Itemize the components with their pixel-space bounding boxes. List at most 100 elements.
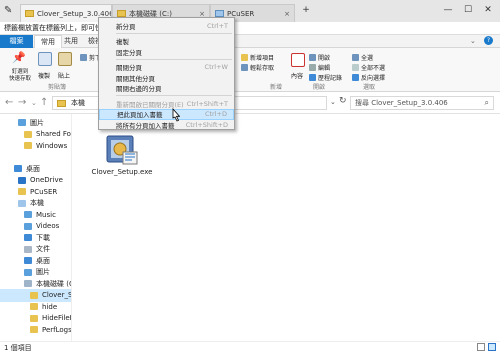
- folder-icon: [24, 245, 32, 253]
- invert-selection-button[interactable]: 反向選擇: [352, 73, 385, 82]
- minimize-button[interactable]: —: [440, 3, 456, 17]
- menu-item-shortcut: Ctrl+D: [204, 110, 227, 118]
- new-group-label: 新增: [270, 84, 283, 91]
- nav-item-label: 下載: [36, 233, 50, 242]
- nav-item-label: 桌面: [36, 256, 50, 265]
- folder-icon: [24, 142, 32, 149]
- menu-item-label: 把此頁加入書籤: [117, 111, 163, 119]
- menu-item[interactable]: 將所有分頁加入書籤 Ctrl+Shift+D: [99, 119, 234, 130]
- nav-item-label: Clover_Setup: [42, 291, 72, 299]
- menu-item[interactable]: 關閉右邊的分頁: [99, 83, 234, 94]
- open-button[interactable]: 開啟: [309, 53, 330, 62]
- back-arrow-icon[interactable]: ←: [5, 97, 13, 108]
- paste-button[interactable]: [58, 52, 72, 66]
- nav-item-label: Music: [36, 210, 56, 219]
- menu-separator: [116, 58, 232, 60]
- menu-item-label: 將所有分頁加入書籤: [116, 121, 175, 130]
- maximize-button[interactable]: ☐: [460, 3, 476, 17]
- menu-item-label: 固定分頁: [116, 48, 142, 57]
- nav-item[interactable]: PerfLogs: [0, 323, 71, 336]
- info-notice: 標籤欄放置在標籤列上，即可快速存取: [0, 22, 500, 35]
- open-label: 開啟: [318, 55, 331, 62]
- folder-icon: [30, 314, 38, 322]
- menu-item-label: 關閉分頁: [116, 64, 142, 72]
- history-icon: [309, 74, 316, 81]
- search-input[interactable]: 搜尋 Clover_Setup_3.0.406 ⌕: [350, 96, 494, 110]
- large-icons-view-icon[interactable]: [488, 343, 496, 351]
- select-group-label: 選取: [363, 84, 376, 91]
- refresh-icon[interactable]: ↻: [339, 96, 347, 106]
- history-label: 歷程記錄: [318, 75, 343, 82]
- new-item-button[interactable]: 新增項目: [241, 53, 274, 62]
- search-icon[interactable]: ⌕: [485, 97, 489, 109]
- select-none-button[interactable]: 全部不選: [352, 63, 385, 72]
- copy-button[interactable]: [38, 52, 52, 66]
- folder-icon: [18, 176, 26, 184]
- up-arrow-icon[interactable]: ↑: [40, 97, 48, 108]
- navigation-pane: 圖片 Shared Folder Windows 桌面 OneDrive PCuSER 本機…: [0, 114, 72, 341]
- ribbon-expand-icon[interactable]: ⌄: [470, 37, 476, 45]
- close-window-button[interactable]: ✕: [480, 3, 496, 17]
- history-button[interactable]: 歷程記錄: [309, 73, 342, 82]
- menu-item[interactable]: 把此頁加入書籤 Ctrl+D: [99, 108, 234, 120]
- edit-label: 編輯: [318, 65, 331, 72]
- menu-item: 重新開啟已關閉分頁(E) Ctrl+Shift+T: [99, 98, 234, 109]
- menu-item-label: 關閉其他分頁: [116, 74, 155, 83]
- edit-icon: [309, 64, 316, 71]
- ribbon-tab-bar: 檔案 常用 共用 檢視 ⌄ ?: [0, 35, 500, 48]
- menu-item[interactable]: 固定分頁: [99, 46, 234, 57]
- menu-item[interactable]: 新分頁 Ctrl+T: [99, 20, 234, 31]
- folder-icon: [24, 234, 32, 241]
- help-icon[interactable]: ?: [484, 36, 493, 45]
- item-count: 1 個項目: [4, 344, 32, 352]
- pin-button[interactable]: 📌: [6, 52, 28, 64]
- close-tab-icon[interactable]: ×: [280, 10, 290, 18]
- menu-item-shortcut: Ctrl+Shift+T: [186, 99, 228, 108]
- folder-icon: [24, 130, 32, 138]
- menu-item[interactable]: 關閉其他分頁: [99, 72, 234, 83]
- menu-separator: [116, 32, 232, 34]
- pin-icon: 📌: [12, 51, 26, 64]
- file-name[interactable]: Clover_Setup.exe: [88, 168, 156, 177]
- folder-icon: [25, 10, 34, 17]
- select-all-icon: [352, 54, 359, 61]
- ribbon-tab-file[interactable]: 檔案: [0, 35, 33, 48]
- breadcrumb[interactable]: 本機: [71, 99, 85, 107]
- pin-label: 釘選到 快速存取: [8, 69, 31, 82]
- new-item-label: 新增項目: [250, 55, 275, 62]
- properties-button[interactable]: [291, 53, 305, 67]
- clipboard-group-label: 剪貼簿: [48, 84, 67, 91]
- invert-selection-icon: [352, 74, 359, 81]
- new-tab-button[interactable]: +: [298, 3, 314, 17]
- new-item-icon: [241, 54, 248, 61]
- nav-item-label: 桌面: [26, 164, 40, 173]
- folder-icon: [18, 119, 26, 126]
- nav-item-label: PCuSER: [30, 187, 58, 196]
- ribbon-tab-share[interactable]: 共用: [58, 35, 84, 48]
- properties-icon: [291, 53, 305, 67]
- open-icon: [309, 54, 316, 61]
- user-folder-icon: [215, 10, 224, 17]
- tab-context-menu: 新分頁 Ctrl+T 複製 固定分頁關閉分頁 Ctrl+W 關閉其他分頁 關閉右邊的分頁 重新…: [98, 17, 235, 130]
- nav-item-label: Shared Folder: [36, 130, 72, 138]
- details-view-icon[interactable]: [477, 343, 485, 351]
- folder-icon: [57, 100, 66, 107]
- copy-label: 複製: [38, 73, 51, 80]
- select-all-label: 全選: [361, 55, 374, 62]
- recent-chevron-icon[interactable]: ⌄: [31, 99, 37, 107]
- path-dropdown-icon[interactable]: ⌄: [330, 98, 336, 106]
- nav-item-label: 圖片: [30, 118, 44, 127]
- menu-item[interactable]: 複製: [99, 36, 234, 47]
- app-menu-icon[interactable]: ✎: [4, 5, 16, 17]
- edit-button[interactable]: 編輯: [309, 63, 330, 72]
- menu-item-shortcut: Ctrl+T: [207, 21, 228, 30]
- select-all-button[interactable]: 全選: [352, 53, 373, 62]
- menu-item[interactable]: 關閉分頁 Ctrl+W: [99, 62, 234, 73]
- nav-item-label: 本機: [30, 199, 44, 207]
- easy-access-icon: [241, 64, 248, 71]
- easy-access-label: 輕鬆存取: [250, 65, 275, 72]
- easy-access-button[interactable]: 輕鬆存取: [241, 63, 274, 72]
- forward-arrow-icon[interactable]: →: [18, 97, 26, 108]
- scissors-icon: [80, 54, 87, 61]
- file-item[interactable]: [103, 130, 141, 168]
